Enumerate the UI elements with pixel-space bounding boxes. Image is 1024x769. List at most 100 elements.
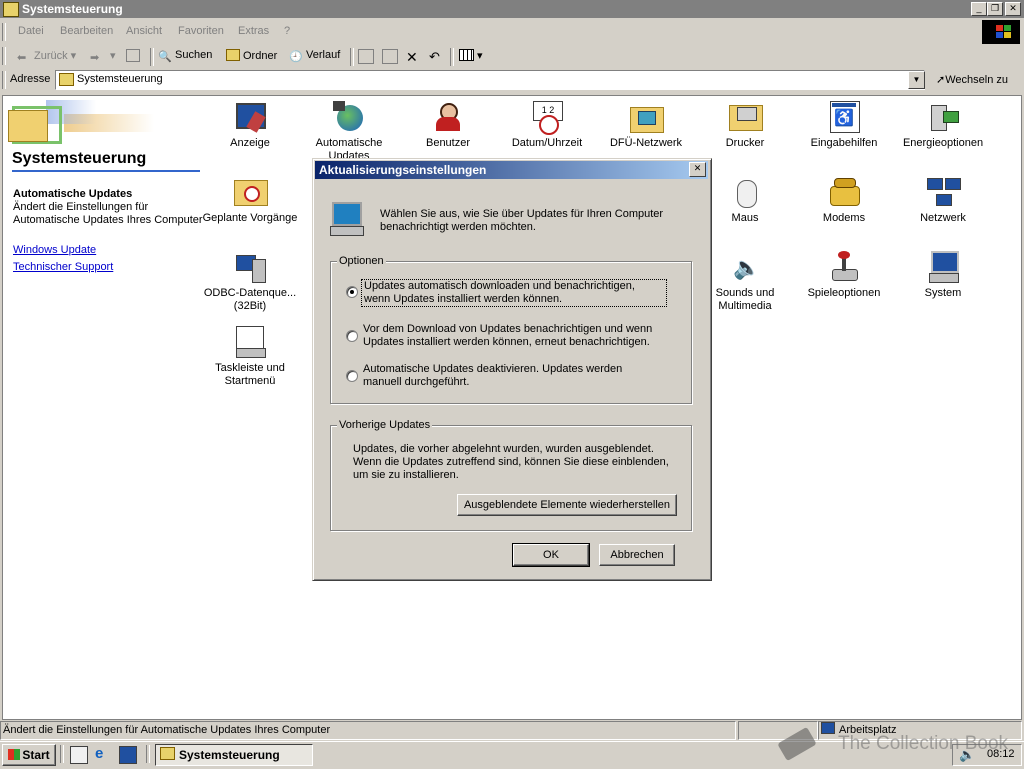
copy-to-icon [382,49,398,64]
address-label: Adresse [10,73,51,85]
history-button[interactable]: 🕘 Verlauf [289,49,340,65]
link-technical-support[interactable]: Technischer Support [13,261,208,274]
window-title: Systemsteuerung [22,2,123,16]
menu-bar: Datei Bearbeiten Ansicht Favoriten Extra… [0,21,1024,43]
move-to-button[interactable] [358,49,377,65]
option-notify-before-download-label[interactable]: Vor dem Download von Updates benachricht… [363,323,663,349]
cp-item-spieleoptionen[interactable]: Spieleoptionen [796,251,892,300]
restore-button[interactable]: ❐ [987,2,1003,16]
mouse-icon [729,176,761,208]
status-text: Ändert die Einstellungen für Automatisch… [0,721,736,740]
forward-button[interactable]: ➡ ▾ [90,49,116,65]
menu-ansicht[interactable]: Ansicht [126,25,162,37]
views-button[interactable]: ▾ [459,49,483,65]
radio-option-auto-download[interactable] [346,286,358,298]
views-grid-icon [459,49,474,61]
back-button[interactable]: ⬅ Zurück ▾ [17,49,76,65]
cp-item-taskleiste-startmenue[interactable]: Taskleiste und Startmenü [202,326,298,388]
dialog-intro-text: Wählen Sie aus, wie Sie über Updates für… [380,208,664,233]
modem-phone-icon [828,176,860,208]
speaker-icon: 🔈 [733,255,761,280]
internet-explorer-icon[interactable]: e [95,745,103,762]
cp-item-energieoptionen[interactable]: Energieoptionen [895,101,991,150]
joystick-icon [828,251,860,283]
delete-button[interactable]: ✕ [406,49,418,65]
up-folder-button[interactable] [126,49,143,65]
odbc-icon [234,251,266,283]
cp-item-modems[interactable]: Modems [796,176,892,225]
ok-button[interactable]: OK [512,543,590,567]
previous-updates-text: Updates, die vorher abgelehnt wurden, wu… [353,443,669,481]
my-computer-icon [821,722,835,734]
menu-extras[interactable]: Extras [238,25,269,37]
users-icon [432,101,464,133]
cp-item-automatische-updates[interactable]: Automatische Updates [301,101,397,163]
divider [12,170,200,172]
radio-option-disable-updates[interactable] [346,370,358,382]
page-title: Systemsteuerung [12,150,147,167]
taskbar-item-systemsteuerung[interactable]: Systemsteuerung [155,744,313,766]
search-icon: 🔍 [158,51,172,63]
outlook-express-icon[interactable] [119,746,137,764]
move-to-icon [358,49,374,64]
copy-to-button[interactable] [382,49,401,65]
calendar-clock-icon: 1 2 [531,101,563,135]
search-button[interactable]: 🔍 Suchen [158,49,212,65]
folders-button[interactable]: Ordner [226,49,277,65]
previous-updates-group-label: Vorherige Updates [337,419,433,431]
left-info-panel: Automatische Updates Ändert die Einstell… [13,188,208,274]
undo-icon: ↶ [429,49,440,64]
computer-icon [330,202,364,236]
accessibility-icon: ♿ [828,101,860,133]
radio-option-notify-before-download[interactable] [346,330,358,342]
cp-item-system[interactable]: System [895,251,991,300]
history-icon: 🕘 [289,51,303,63]
cancel-button[interactable]: Abbrechen [599,544,675,566]
scheduled-tasks-icon [234,176,268,208]
show-desktop-icon[interactable] [70,746,88,764]
cp-item-anzeige[interactable]: Anzeige [202,101,298,150]
dialog-close-button[interactable]: ✕ [689,162,706,177]
selected-item-title: Automatische Updates [13,188,133,200]
start-button[interactable]: Start [2,744,56,766]
control-panel-icon [59,73,74,86]
windows-logo-icon [982,20,1020,44]
control-panel-icon [160,747,175,760]
dialog-title: Aktualisierungseinstellungen [319,163,487,177]
network-icon [927,176,961,208]
book-logo-icon [776,722,820,764]
selected-item-description: Ändert die Einstellungen für Automatisch… [13,201,203,226]
address-input[interactable]: Systemsteuerung [55,70,925,90]
cp-item-eingabehilfen[interactable]: ♿ Eingabehilfen [796,101,892,150]
undo-button[interactable]: ↶ [429,49,440,65]
dialup-network-icon [630,101,664,133]
cp-item-datum-uhrzeit[interactable]: 1 2 Datum/Uhrzeit [499,101,595,150]
printer-folder-icon [729,101,763,133]
power-icon [927,101,959,133]
up-folder-icon [126,49,140,62]
options-group-label: Optionen [337,255,386,267]
minimize-button[interactable]: _ [971,2,987,16]
control-panel-icon [3,2,19,17]
restore-hidden-items-button[interactable]: Ausgeblendete Elemente wiederherstellen [457,494,677,516]
address-dropdown-button[interactable]: ▼ [908,71,925,89]
cp-item-netzwerk[interactable]: Netzwerk [895,176,991,225]
option-auto-download-label[interactable]: Updates automatisch downloaden und benac… [361,279,667,307]
close-button[interactable]: ✕ [1005,2,1021,16]
cp-item-dfue-netzwerk[interactable]: DFÜ-Netzwerk [598,101,694,150]
close-icon: ✕ [693,163,702,173]
go-button[interactable]: ➚Wechseln zu [936,73,1008,86]
menu-favoriten[interactable]: Favoriten [178,25,224,37]
cp-item-benutzer[interactable]: Benutzer [400,101,496,150]
link-windows-update[interactable]: Windows Update [13,244,208,257]
cp-item-geplante-vorgaenge[interactable]: Geplante Vorgänge [202,176,298,225]
address-value: Systemsteuerung [77,73,163,85]
globe-update-icon [333,101,365,133]
dialog-title-bar: Aktualisierungseinstellungen [315,161,708,179]
menu-bearbeiten[interactable]: Bearbeiten [60,25,113,37]
menu-help[interactable]: ? [284,25,290,37]
menu-datei[interactable]: Datei [18,25,44,37]
cp-item-odbc[interactable]: ODBC-Datenque... (32Bit) [202,251,298,313]
option-disable-updates-label[interactable]: Automatische Updates deaktivieren. Updat… [363,363,663,389]
cp-item-drucker[interactable]: Drucker [697,101,793,150]
